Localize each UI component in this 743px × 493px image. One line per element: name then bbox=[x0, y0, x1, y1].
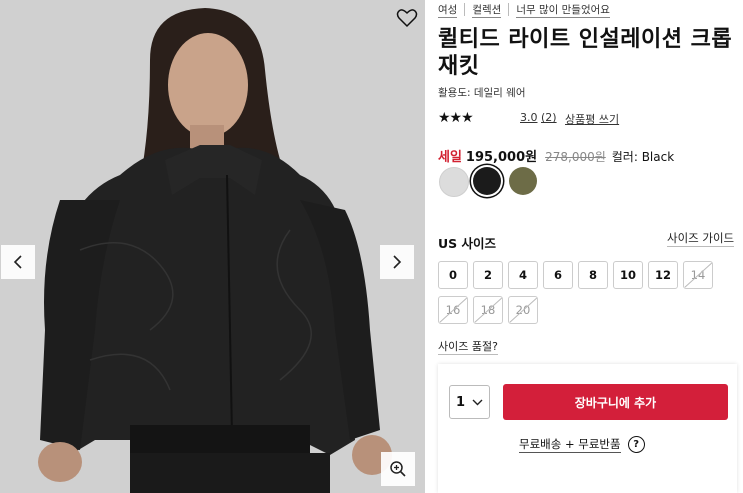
breadcrumb-divider bbox=[508, 3, 510, 16]
breadcrumb-collection[interactable]: 컬렉션 bbox=[472, 4, 502, 18]
add-to-cart-button[interactable]: 장바구니에 추가 bbox=[503, 384, 728, 420]
previous-image-button[interactable] bbox=[1, 245, 35, 279]
selected-color-label: 컬러: Black bbox=[611, 150, 675, 164]
price-row: 세일 195,000원 278,000원 컬러: Black bbox=[438, 146, 674, 165]
sale-price: 195,000원 bbox=[465, 150, 538, 165]
zoom-button[interactable] bbox=[381, 452, 415, 486]
size-option-16-unavailable[interactable]: 16 bbox=[438, 296, 468, 324]
quantity-select[interactable]: 1 bbox=[449, 385, 490, 419]
chevron-down-icon bbox=[472, 399, 483, 405]
color-swatch-light-grey[interactable] bbox=[439, 167, 469, 197]
rating-row: ★★★ 3.0 (2) 상품평 쓰기 bbox=[438, 110, 619, 126]
size-option-0[interactable]: 0 bbox=[438, 261, 468, 289]
original-price: 278,000원 bbox=[545, 150, 606, 164]
write-review-link[interactable]: 상품평 쓰기 bbox=[565, 111, 619, 127]
size-option-14-unavailable[interactable]: 14 bbox=[683, 261, 713, 289]
breadcrumb-women[interactable]: 여성 bbox=[438, 4, 458, 18]
size-option-6[interactable]: 6 bbox=[543, 261, 573, 289]
wishlist-button[interactable] bbox=[396, 8, 418, 28]
heart-outline-icon bbox=[396, 9, 418, 28]
product-photo bbox=[0, 0, 425, 493]
product-details-panel: 여성 컬렉션 너무 많이 만들었어요 퀼티드 라이트 인설레이션 크롭 재킷 활용도… bbox=[425, 0, 743, 493]
size-option-4[interactable]: 4 bbox=[508, 261, 538, 289]
next-image-button[interactable] bbox=[380, 245, 414, 279]
review-count-link[interactable]: (2) bbox=[541, 111, 557, 124]
zoom-in-icon bbox=[390, 461, 406, 477]
color-swatch-olive[interactable] bbox=[509, 167, 537, 195]
size-option-2[interactable]: 2 bbox=[473, 261, 503, 289]
help-icon[interactable]: ? bbox=[627, 436, 645, 453]
product-activity: 활용도: 데일리 웨어 bbox=[438, 87, 526, 99]
size-label: US 사이즈 bbox=[438, 236, 497, 251]
chevron-right-icon bbox=[393, 255, 402, 269]
chevron-left-icon bbox=[13, 255, 22, 269]
product-title: 퀼티드 라이트 인설레이션 크롭 재킷 bbox=[438, 27, 733, 79]
size-option-8[interactable]: 8 bbox=[578, 261, 608, 289]
breadcrumb-divider bbox=[464, 3, 466, 16]
add-to-cart-box: 1 장바구니에 추가 무료배송 + 무료반품 ? bbox=[438, 364, 737, 493]
size-option-10[interactable]: 10 bbox=[613, 261, 643, 289]
shipping-info: 무료배송 + 무료반품 ? bbox=[519, 436, 645, 453]
size-sold-out-link[interactable]: 사이즈 품절? bbox=[438, 338, 498, 355]
color-swatch-black[interactable] bbox=[473, 167, 501, 195]
product-image-gallery bbox=[0, 0, 425, 493]
rating-score-link[interactable]: 3.0 bbox=[520, 111, 538, 124]
size-option-20-unavailable[interactable]: 20 bbox=[508, 296, 538, 324]
quantity-value: 1 bbox=[456, 394, 466, 410]
rating-stars: ★★★ bbox=[438, 110, 474, 126]
size-option-18-unavailable[interactable]: 18 bbox=[473, 296, 503, 324]
size-option-12[interactable]: 12 bbox=[648, 261, 678, 289]
sale-label: 세일 bbox=[438, 150, 462, 165]
breadcrumb-we-made-too-much[interactable]: 너무 많이 만들었어요 bbox=[516, 4, 610, 18]
free-shipping-returns-link[interactable]: 무료배송 + 무료반품 bbox=[519, 436, 621, 453]
size-guide-link[interactable]: 사이즈 가이드 bbox=[667, 230, 735, 247]
breadcrumb: 여성 컬렉션 너무 많이 만들었어요 bbox=[438, 2, 610, 18]
